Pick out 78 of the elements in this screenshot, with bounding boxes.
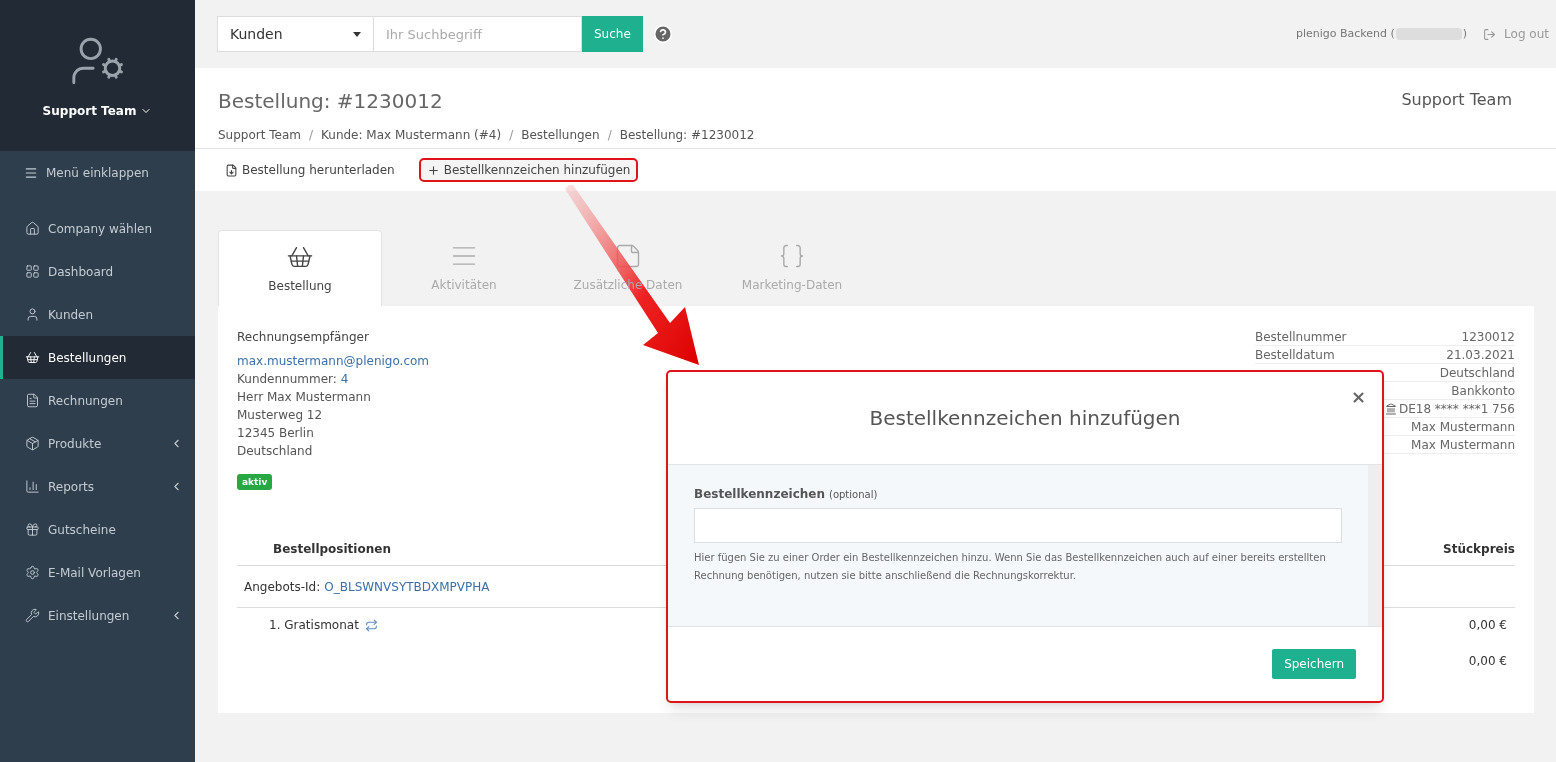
info-label: Bestelldatum	[1255, 346, 1335, 364]
customer-number-label: Kundennummer:	[237, 371, 337, 388]
document-icon	[25, 393, 40, 408]
home-icon	[25, 221, 40, 236]
scope-select[interactable]: Kunden	[217, 16, 374, 52]
page-title: Bestellung: #1230012	[218, 88, 444, 115]
info-value: DE18 **** ***1 756	[1398, 400, 1515, 418]
action-button[interactable]: Bestellkennzeichen hinzufügen	[418, 158, 639, 182]
user-icon	[25, 307, 40, 322]
offer-id-link[interactable]: O_BLSWNVSYTBDXMPVPHA	[324, 577, 490, 596]
sidebar-item[interactable]: Gutscheine	[0, 508, 195, 551]
status-badge: aktiv	[237, 474, 273, 490]
address-line: Musterweg 12	[237, 407, 324, 424]
info-value: Max Mustermann	[1411, 418, 1515, 436]
address-line: 12345 Berlin	[237, 425, 315, 442]
email-link[interactable]: max.mustermann@plenigo.com	[237, 352, 430, 370]
help-text: Hier fügen Sie zu einer Order ein Bestellkennzeichen hinzu. Wenn Sie das Bestellkennzeichen auch auf einer bereits erstellten Rechnung benötigen, nutzen sie bitte anschließend die Rechnungskorrektur.	[694, 551, 1327, 583]
address-line: Herr Max Mustermann	[237, 389, 372, 406]
wrench-icon	[25, 608, 40, 623]
breadcrumb-link[interactable]: Kunde: Max Mustermann (#4)	[321, 126, 502, 144]
bank-icon	[1384, 402, 1397, 415]
field-hint: (optional)	[829, 488, 878, 502]
info-value: 21.03.2021	[1446, 346, 1515, 364]
chart-icon	[25, 479, 40, 494]
breadcrumb-separator: /	[607, 127, 612, 144]
breadcrumb-link[interactable]: Bestellung: #1230012	[619, 126, 755, 144]
backend-label: plenigo Backend (	[1295, 25, 1395, 42]
total-price: 0,00 €	[1468, 653, 1507, 670]
customer-number-link[interactable]: 4	[340, 370, 349, 388]
backend-label-end: )	[1462, 25, 1468, 42]
company-name: Support Team	[1401, 89, 1513, 111]
info-value: Deutschland	[1439, 364, 1515, 382]
basket-icon	[25, 350, 40, 365]
sidebar-item[interactable]: Dashboard	[0, 250, 195, 293]
column-header: Bestellpositionen	[273, 540, 391, 558]
address-line: Deutschland	[237, 443, 314, 460]
info-label: Bestellnummer	[1255, 328, 1347, 346]
modal-title: Bestellkennzeichen hinzufügen	[869, 405, 1181, 432]
grid-icon	[25, 264, 40, 279]
tab[interactable]: Bestellung	[218, 230, 382, 306]
close-button[interactable]: ×	[1350, 388, 1366, 406]
sidebar-item[interactable]: Produkte	[0, 422, 195, 465]
help-icon[interactable]	[652, 24, 673, 44]
braces-icon	[778, 242, 806, 270]
breadcrumb-link[interactable]: Bestellungen	[521, 126, 600, 144]
menu-icon	[24, 166, 38, 180]
gear-icon	[25, 565, 40, 580]
order-reference-field[interactable]	[694, 508, 1342, 543]
recipient-heading: Rechnungsempfänger	[237, 329, 370, 346]
search-field[interactable]: Ihr Suchbegriff	[374, 16, 582, 52]
action-button[interactable]: Bestellung herunterladen	[217, 158, 403, 182]
field-label: Bestellkennzeichen	[694, 486, 825, 503]
sidebar-item[interactable]: Bestellungen	[0, 336, 195, 379]
plus-icon	[426, 163, 440, 177]
breadcrumb-link[interactable]: Support Team	[218, 126, 301, 144]
sidebar-item[interactable]: Company wählen	[0, 207, 195, 250]
sidebar-item[interactable]: Einstellungen	[0, 594, 195, 637]
gift-icon	[25, 522, 40, 537]
info-value: 1230012	[1461, 328, 1515, 346]
sidebar-item[interactable]: E-Mail Vorlagen	[0, 551, 195, 594]
repeat-icon	[364, 618, 378, 632]
info-value: Max Mustermann	[1411, 436, 1515, 454]
breadcrumb-separator: /	[308, 127, 313, 144]
logout-icon	[1483, 27, 1497, 41]
position-name: 1. Gratismonat	[269, 617, 359, 634]
position-price: 0,00 €	[1468, 617, 1507, 634]
caret-icon	[353, 31, 361, 37]
offer-label: Angebots-Id:	[244, 578, 321, 596]
info-value: Bankkonto	[1451, 382, 1515, 400]
column-header: Stückpreis	[1443, 540, 1515, 558]
breadcrumb-separator: /	[509, 127, 514, 144]
sidebar-item[interactable]: Rechnungen	[0, 379, 195, 422]
sidebar-item[interactable]: Reports	[0, 465, 195, 508]
document-icon	[225, 163, 238, 177]
package-icon	[25, 436, 40, 451]
team-dropdown[interactable]: Support Team	[42, 101, 153, 120]
collapse-menu-button[interactable]: Menü einklappen	[0, 151, 195, 195]
sidebar-item[interactable]: Kunden	[0, 293, 195, 336]
